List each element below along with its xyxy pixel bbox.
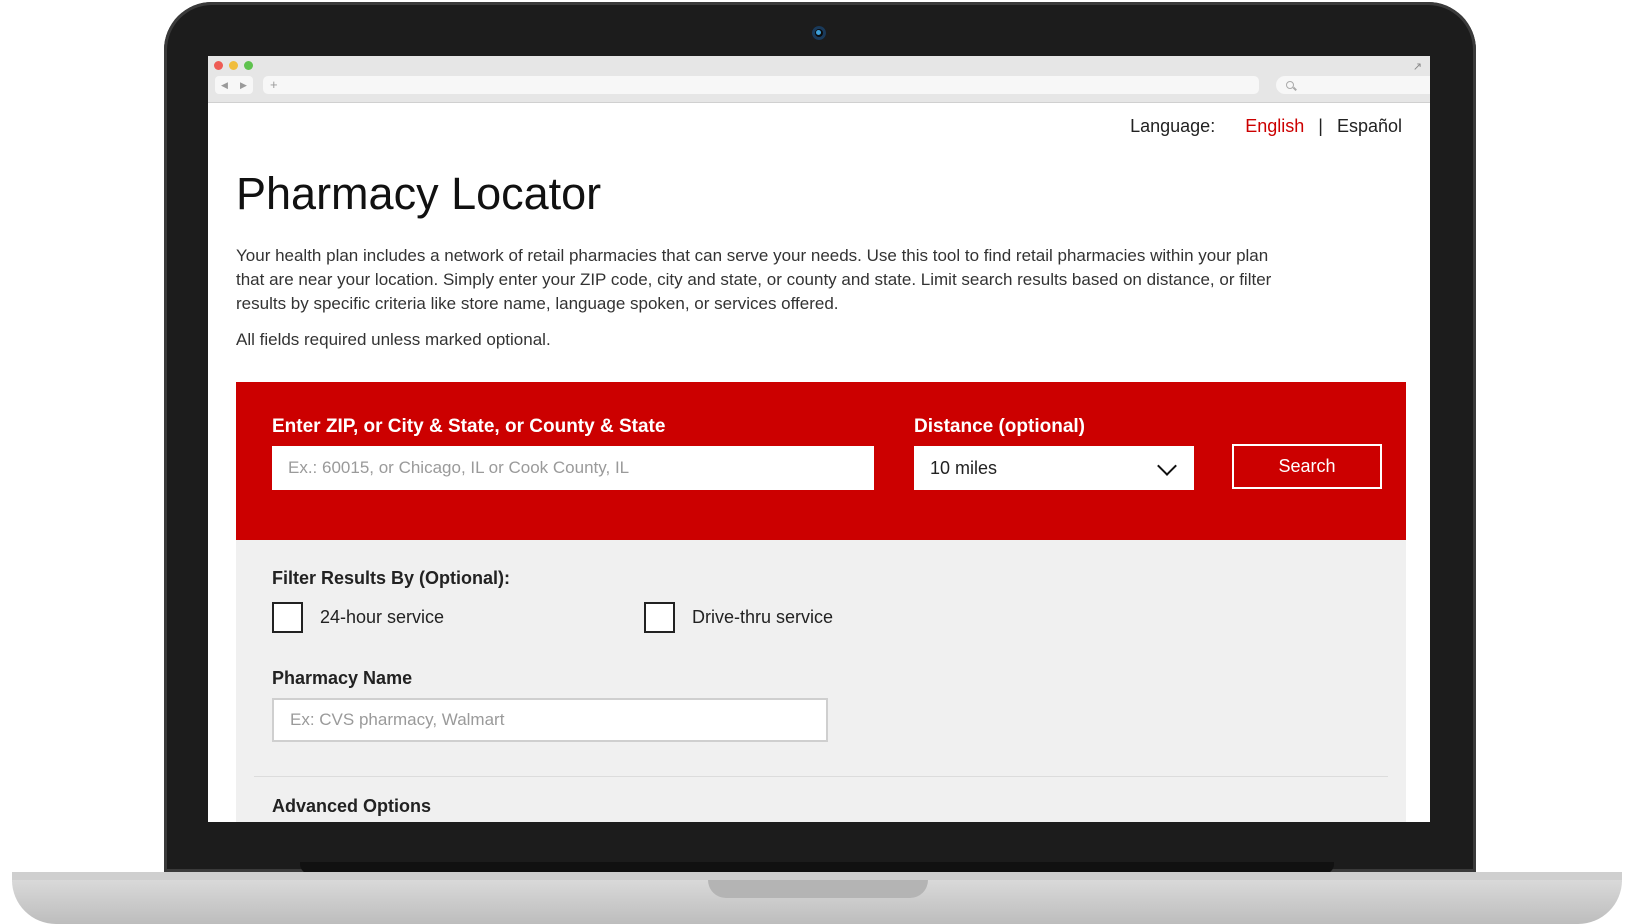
filter-title: Filter Results By (Optional): [272, 568, 511, 588]
search-panel: Enter ZIP, or City & State, or County & … [236, 382, 1406, 540]
language-option-english[interactable]: English [1245, 116, 1304, 137]
checkbox-label: 24-hour service [320, 607, 445, 627]
checkbox-box[interactable] [272, 602, 303, 633]
checkbox-label: Drive-thru service [692, 607, 834, 627]
filter-panel: Filter Results By (Optional): 24-hour se… [236, 540, 1406, 822]
required-note: All fields required unless marked option… [236, 330, 551, 349]
language-label: Language: [1130, 116, 1216, 136]
checkbox-24-hour-service[interactable]: 24-hour service [272, 602, 444, 633]
language-separator: | [1318, 116, 1323, 136]
search-button[interactable]: Search [1232, 444, 1382, 489]
language-switcher: Language: English | Español [1130, 116, 1402, 137]
distance-value: 10 miles [930, 457, 998, 478]
distance-select[interactable]: 10 miles [914, 446, 1194, 490]
intro-paragraph: Your health plan includes a network of r… [236, 246, 1272, 313]
fullscreen-icon[interactable]: ↗ [1413, 60, 1422, 73]
screen: ◀ ▶ + ↗ Language: English | Español Phar… [208, 56, 1430, 822]
search-icon [1286, 81, 1294, 89]
address-bar[interactable]: + [263, 76, 1259, 94]
distance-label: Distance (optional) [914, 416, 1086, 437]
browser-chrome: ◀ ▶ + ↗ [208, 56, 1430, 103]
page-title: Pharmacy Locator [236, 168, 602, 219]
location-input[interactable] [272, 446, 874, 490]
window-close-icon[interactable] [214, 61, 223, 70]
new-tab-plus-icon[interactable]: + [270, 76, 278, 94]
chevron-down-icon [1157, 456, 1177, 476]
pharmacy-name-input[interactable] [272, 698, 828, 742]
location-label: Enter ZIP, or City & State, or County & … [272, 416, 666, 437]
checkbox-box[interactable] [644, 602, 675, 633]
back-arrow-icon[interactable]: ◀ [221, 80, 228, 91]
browser-search-bar[interactable] [1276, 76, 1430, 94]
checkbox-drive-thru-service[interactable]: Drive-thru service [644, 602, 833, 633]
pharmacy-name-label: Pharmacy Name [272, 668, 413, 688]
language-option-espanol[interactable]: Español [1337, 116, 1402, 137]
laptop-notch [708, 880, 928, 898]
webcam-icon [812, 26, 826, 40]
browser-nav-buttons: ◀ ▶ [215, 76, 253, 94]
forward-arrow-icon[interactable]: ▶ [240, 80, 247, 91]
divider [254, 776, 1388, 777]
window-maximize-icon[interactable] [244, 61, 253, 70]
window-minimize-icon[interactable] [229, 61, 238, 70]
advanced-options-toggle[interactable]: Advanced Options [272, 796, 431, 817]
